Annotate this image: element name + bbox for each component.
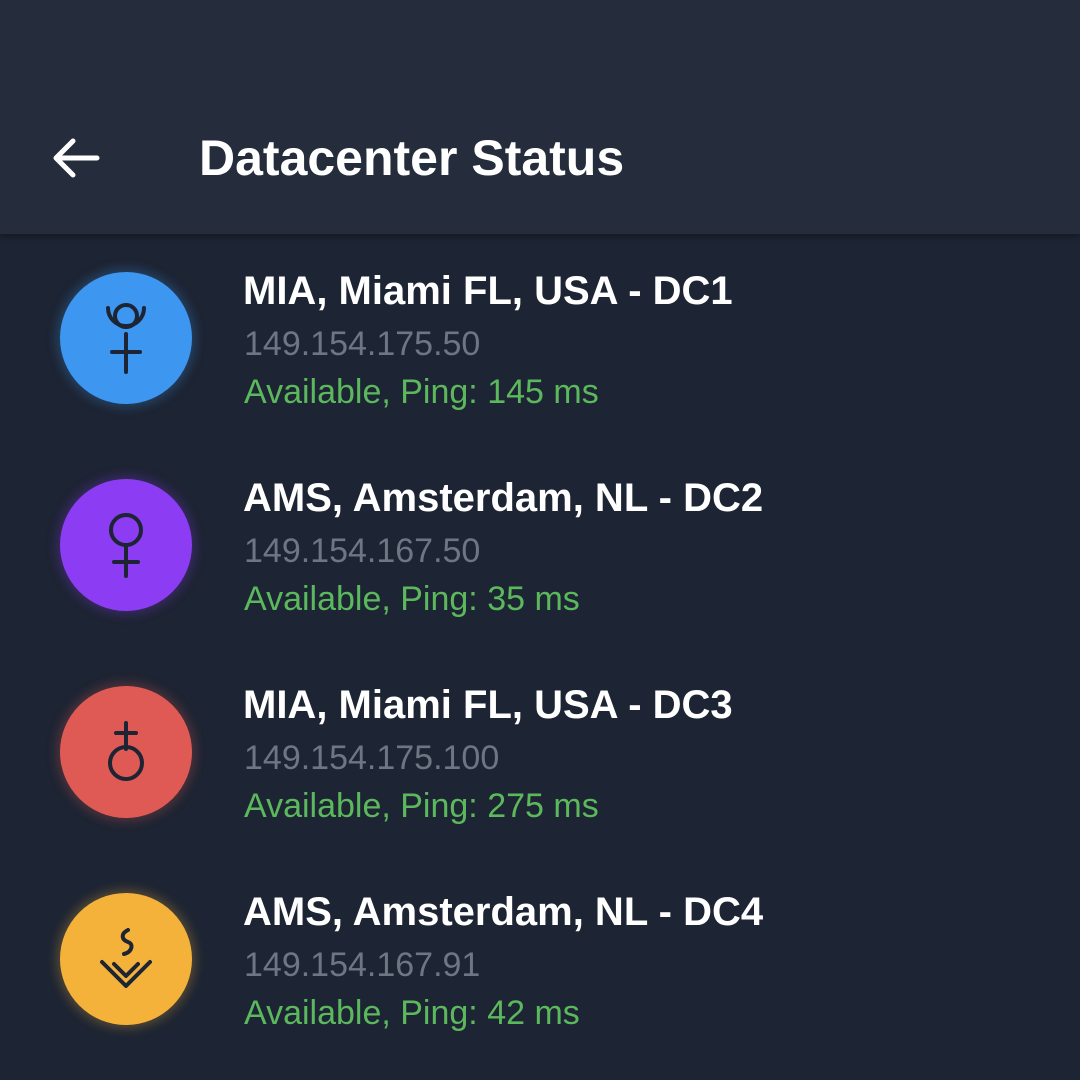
back-button[interactable]	[36, 118, 116, 198]
datacenter-row-dc2[interactable]: AMS, Amsterdam, NL - DC2 149.154.167.50 …	[0, 441, 1080, 648]
datacenter-name: AMS, Amsterdam, NL - DC2	[243, 476, 764, 520]
pluto-symbol-icon	[106, 303, 146, 374]
venus-symbol-icon	[109, 513, 143, 578]
datacenter-status-screen: Datacenter Status MIA, Miami FL, USA - D…	[0, 0, 1080, 1080]
datacenter-status: Available, Ping: 275 ms	[244, 787, 599, 825]
app-bar: Datacenter Status	[0, 0, 1080, 234]
datacenter-ip: 149.154.167.50	[244, 532, 481, 570]
datacenter-status: Available, Ping: 42 ms	[244, 994, 580, 1032]
datacenter-status: Available, Ping: 35 ms	[244, 580, 580, 618]
page-title: Datacenter Status	[199, 130, 625, 186]
datacenter-name: MIA, Miami FL, USA - DC3	[243, 683, 733, 727]
datacenter-avatar	[60, 272, 192, 404]
datacenter-avatar	[60, 893, 192, 1025]
datacenter-row-dc3[interactable]: MIA, Miami FL, USA - DC3 149.154.175.100…	[0, 648, 1080, 855]
datacenter-ip: 149.154.167.91	[244, 946, 481, 984]
datacenter-row-dc1[interactable]: MIA, Miami FL, USA - DC1 149.154.175.50 …	[0, 234, 1080, 441]
datacenter-avatar	[60, 686, 192, 818]
datacenter-ip: 149.154.175.50	[244, 325, 481, 363]
datacenter-name: AMS, Amsterdam, NL - DC4	[243, 890, 764, 934]
datacenter-avatar	[60, 479, 192, 611]
arrow-left-icon	[53, 138, 100, 178]
earth-symbol-icon	[108, 721, 144, 781]
datacenter-row-dc4[interactable]: AMS, Amsterdam, NL - DC4 149.154.167.91 …	[0, 855, 1080, 1062]
datacenter-ip: 149.154.175.100	[244, 739, 500, 777]
ceres-symbol-icon	[100, 928, 152, 988]
datacenter-status: Available, Ping: 145 ms	[244, 373, 599, 411]
datacenter-name: MIA, Miami FL, USA - DC1	[243, 269, 733, 313]
